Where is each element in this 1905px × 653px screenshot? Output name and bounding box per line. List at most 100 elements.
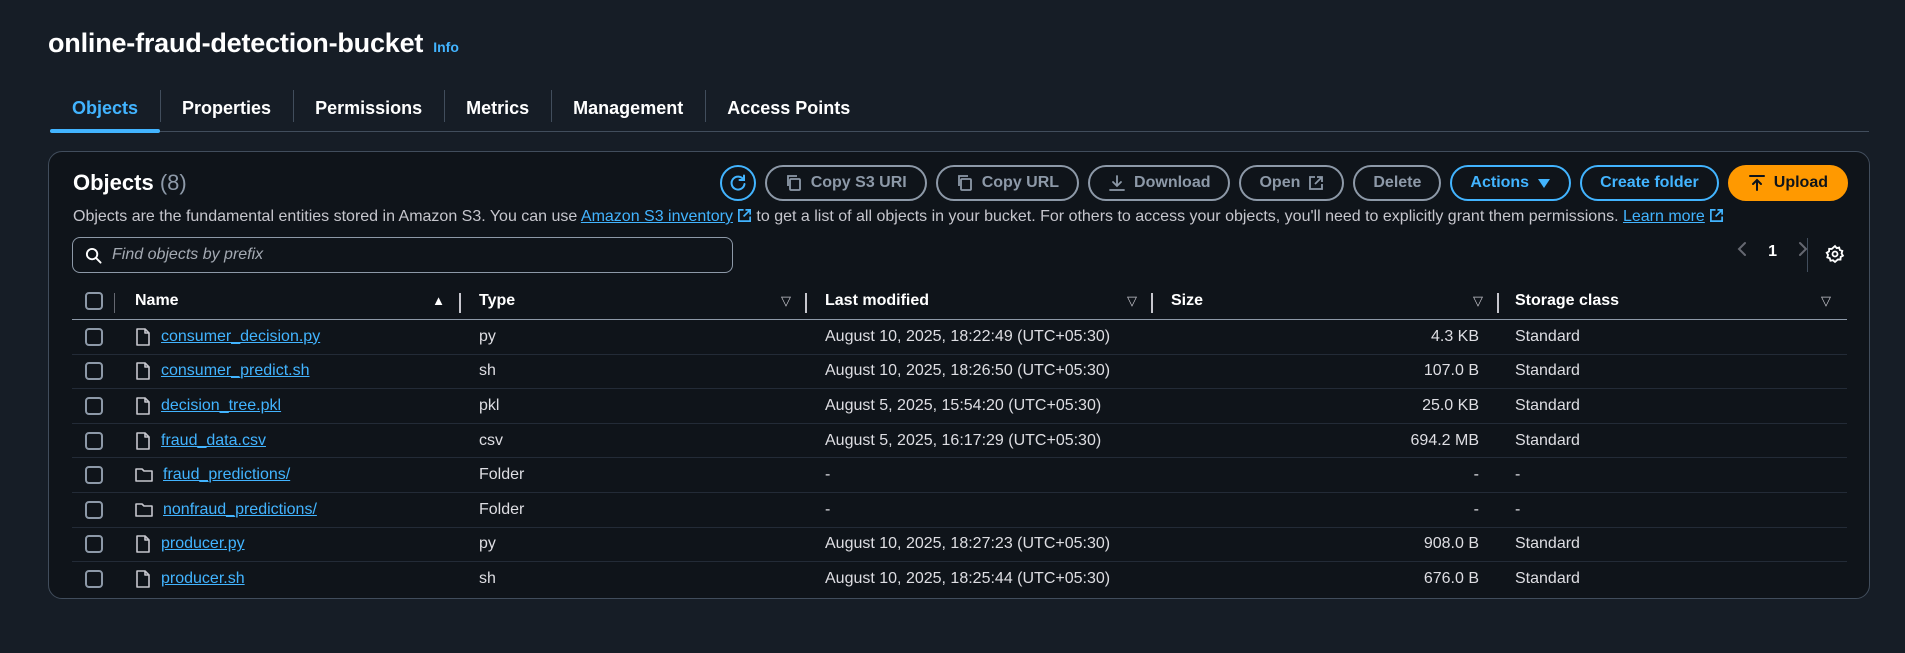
refresh-button[interactable]	[719, 165, 756, 201]
size-cell: 908.0 B	[1423, 535, 1479, 553]
row-checkbox[interactable]	[84, 431, 103, 450]
type-cell: py	[479, 327, 496, 345]
table-row[interactable]: consumer_predict.sh sh August 10, 2025, …	[72, 355, 1847, 390]
column-header-name[interactable]: Name ▲	[115, 292, 461, 313]
tab-metrics[interactable]: Metrics	[444, 86, 551, 132]
row-checkbox[interactable]	[84, 466, 103, 485]
object-link[interactable]: consumer_predict.sh	[161, 362, 310, 380]
row-select-cell	[72, 535, 115, 554]
column-header-size[interactable]: Size ▽	[1153, 291, 1499, 313]
search-input[interactable]	[112, 246, 712, 264]
create-folder-button[interactable]: Create folder	[1580, 165, 1719, 201]
table-row[interactable]: fraud_predictions/ Folder - - -	[72, 458, 1847, 493]
file-icon	[136, 431, 150, 450]
folder-link[interactable]: nonfraud_predictions/	[163, 501, 317, 519]
create-folder-label: Create folder	[1600, 174, 1699, 191]
objects-heading: Objects (8)	[73, 170, 187, 196]
sort-icon[interactable]: ▽	[1473, 293, 1483, 309]
tab-objects[interactable]: Objects	[50, 86, 161, 133]
storage-class-cell: Standard	[1515, 362, 1580, 380]
name-cell: consumer_predict.sh	[115, 362, 461, 381]
pager-divider	[1807, 238, 1808, 272]
name-cell: producer.sh	[115, 570, 461, 589]
folder-link[interactable]: fraud_predictions/	[163, 466, 290, 484]
copy-s3-uri-label: Copy S3 URI	[810, 174, 907, 191]
row-checkbox[interactable]	[84, 362, 103, 381]
sort-icon[interactable]: ▽	[781, 293, 791, 309]
upload-button[interactable]: Upload	[1727, 165, 1848, 201]
learn-more-link[interactable]: Learn more	[1623, 208, 1724, 225]
s3-inventory-link[interactable]: Amazon S3 inventory	[581, 208, 752, 225]
last-modified-cell: -	[825, 466, 831, 484]
copy-icon	[957, 175, 972, 191]
object-link[interactable]: producer.sh	[161, 570, 245, 588]
copy-s3-uri-button[interactable]: Copy S3 URI	[764, 165, 927, 201]
row-checkbox[interactable]	[84, 327, 103, 346]
row-checkbox[interactable]	[84, 535, 103, 554]
copy-url-label: Copy URL	[981, 174, 1060, 191]
table-row[interactable]: fraud_data.csv csv August 5, 2025, 16:17…	[72, 424, 1847, 459]
delete-button[interactable]: Delete	[1353, 165, 1442, 201]
type-cell: Folder	[479, 466, 525, 484]
size-cell: -	[1473, 500, 1479, 518]
table-row[interactable]: decision_tree.pkl pkl August 5, 2025, 15…	[72, 389, 1847, 424]
objects-count: (8)	[159, 170, 187, 195]
tab-properties[interactable]: Properties	[160, 86, 293, 132]
sort-ascending-icon[interactable]: ▲	[432, 293, 445, 308]
last-modified-cell: August 10, 2025, 18:27:23 (UTC+05:30)	[825, 535, 1111, 553]
copy-url-button[interactable]: Copy URL	[935, 165, 1080, 201]
storage-class-cell: -	[1515, 466, 1521, 484]
object-link[interactable]: decision_tree.pkl	[161, 397, 281, 415]
current-page[interactable]: 1	[1768, 243, 1777, 261]
column-header-last-modified[interactable]: Last modified ▽	[807, 292, 1153, 313]
actions-label: Actions	[1470, 174, 1530, 191]
table-row[interactable]: consumer_decision.py py August 10, 2025,…	[72, 320, 1847, 355]
select-all-cell	[72, 291, 115, 313]
tab-access-points[interactable]: Access Points	[705, 86, 872, 132]
download-button[interactable]: Download	[1088, 165, 1231, 201]
object-link[interactable]: consumer_decision.py	[161, 328, 320, 346]
storage-class-cell: Standard	[1515, 570, 1580, 588]
object-link[interactable]: producer.py	[161, 535, 245, 553]
gear-icon[interactable]	[1825, 244, 1845, 269]
storage-class-cell: Standard	[1515, 431, 1580, 449]
table-header: Name ▲ Type ▽ Last modified ▽ Size ▽ Sto…	[72, 282, 1847, 320]
open-label: Open	[1259, 174, 1301, 191]
storage-class-cell: -	[1515, 500, 1521, 518]
file-icon	[136, 570, 150, 589]
sort-icon[interactable]: ▽	[1821, 293, 1831, 309]
table-row[interactable]: producer.sh sh August 10, 2025, 18:25:44…	[72, 562, 1847, 597]
objects-toolbar: Copy S3 URI Copy URL Download Open Delet…	[719, 165, 1848, 201]
file-icon	[136, 535, 150, 554]
sort-icon[interactable]: ▽	[1127, 293, 1137, 309]
column-header-type[interactable]: Type ▽	[461, 291, 807, 313]
objects-panel: Objects (8) Copy S3 URI Copy URL Downloa…	[48, 151, 1870, 599]
page-header: online-fraud-detection-bucket Info	[48, 28, 459, 59]
column-type-label: Type	[479, 291, 516, 309]
description-text-2: to get a list of all objects in your buc…	[751, 208, 1623, 225]
table-row[interactable]: nonfraud_predictions/ Folder - - -	[72, 493, 1847, 528]
select-all-checkbox[interactable]	[84, 291, 103, 310]
row-checkbox[interactable]	[84, 570, 103, 589]
name-cell: decision_tree.pkl	[115, 397, 461, 415]
folder-icon	[135, 468, 153, 482]
type-cell: sh	[479, 570, 496, 588]
column-header-storage-class[interactable]: Storage class ▽	[1499, 292, 1847, 310]
tab-management[interactable]: Management	[551, 86, 705, 132]
external-link-icon	[738, 209, 751, 222]
file-icon	[136, 362, 150, 381]
table-row[interactable]: producer.py py August 10, 2025, 18:27:23…	[72, 528, 1847, 563]
info-link[interactable]: Info	[433, 39, 459, 55]
row-select-cell	[72, 362, 115, 381]
row-checkbox[interactable]	[84, 500, 103, 519]
row-checkbox[interactable]	[84, 396, 103, 415]
column-size-label: Size	[1171, 291, 1204, 309]
name-cell: fraud_data.csv	[115, 432, 461, 450]
chevron-left-icon[interactable]	[1736, 241, 1748, 262]
tab-permissions[interactable]: Permissions	[293, 86, 444, 132]
name-cell: nonfraud_predictions/	[115, 501, 461, 519]
type-cell: sh	[479, 362, 496, 380]
open-button[interactable]: Open	[1239, 165, 1345, 201]
object-link[interactable]: fraud_data.csv	[161, 432, 266, 450]
actions-dropdown[interactable]: Actions	[1450, 165, 1572, 201]
